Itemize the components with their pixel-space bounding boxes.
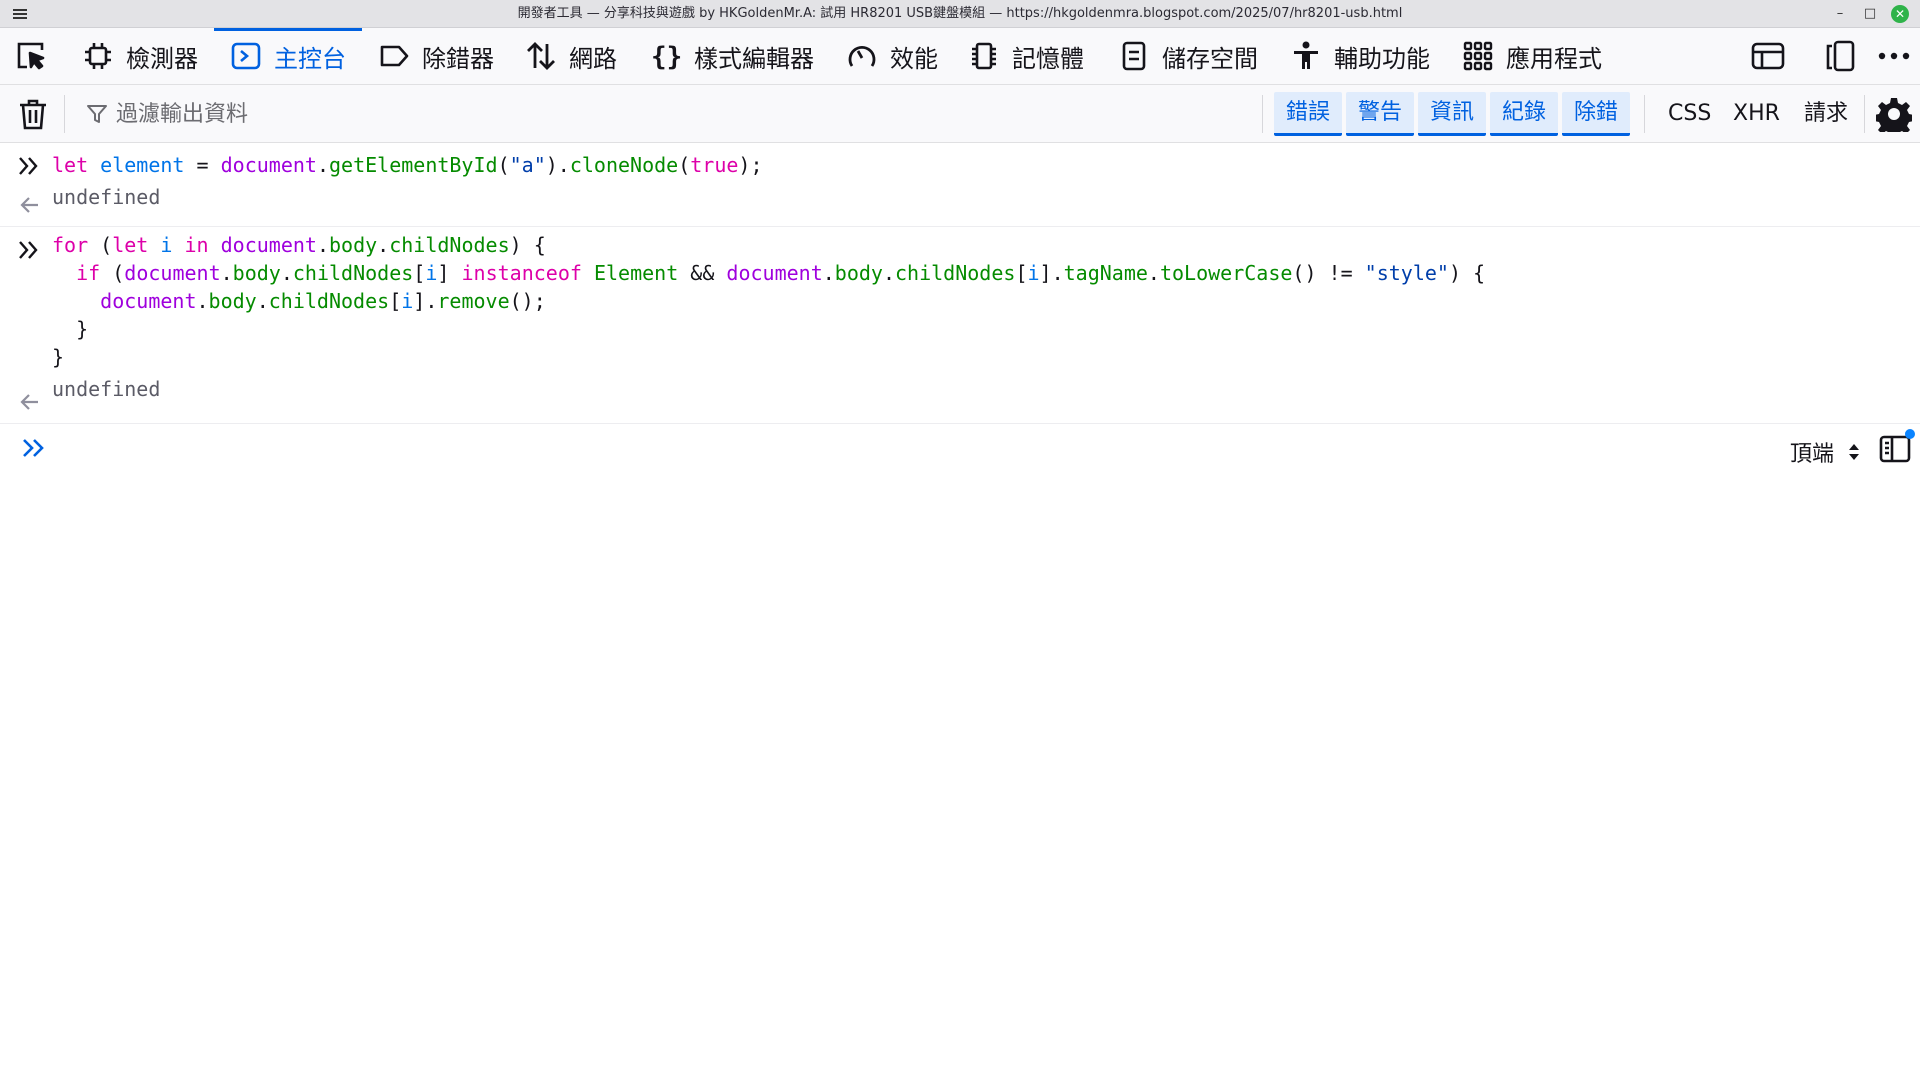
console-input-code[interactable]: for (let i in document.body.childNodes) … bbox=[0, 231, 1920, 371]
tab-label: 記憶體 bbox=[1012, 44, 1084, 73]
split-console-icon[interactable] bbox=[1750, 38, 1786, 74]
close-button[interactable]: ✕ bbox=[1891, 5, 1909, 23]
tab-label: 檢測器 bbox=[126, 44, 198, 73]
performance-icon bbox=[846, 40, 878, 72]
inspector-icon bbox=[82, 40, 114, 72]
tab-label: 樣式編輯器 bbox=[694, 44, 814, 73]
console-entry: let element = document.getElementById("a… bbox=[0, 143, 1920, 227]
input-prompt-chevron-icon bbox=[20, 434, 48, 462]
console-input-code[interactable]: let element = document.getElementById("a… bbox=[0, 151, 1920, 179]
tab-console[interactable]: 主控台 bbox=[214, 28, 362, 84]
maximize-button[interactable]: □ bbox=[1860, 4, 1880, 24]
toolbar-divider bbox=[1644, 95, 1645, 133]
filter-logs-button[interactable]: 紀錄 bbox=[1490, 92, 1558, 136]
toolbar-divider bbox=[1864, 95, 1865, 133]
tab-label: 輔助功能 bbox=[1334, 44, 1430, 73]
tab-style-editor[interactable]: {} 樣式編輯器 bbox=[650, 28, 814, 84]
filter-funnel-icon bbox=[86, 103, 108, 125]
application-icon bbox=[1462, 40, 1494, 72]
filter-css-button[interactable]: CSS bbox=[1668, 92, 1711, 136]
context-selector[interactable]: 頂端 bbox=[1790, 436, 1861, 468]
filter-debug-button[interactable]: 除錯 bbox=[1562, 92, 1630, 136]
tab-storage[interactable]: 儲存空間 bbox=[1118, 28, 1258, 84]
console-settings-gear-icon[interactable] bbox=[1874, 96, 1914, 138]
more-options-icon[interactable] bbox=[1876, 38, 1912, 74]
minimize-button[interactable]: – bbox=[1830, 4, 1850, 24]
tab-label: 儲存空間 bbox=[1162, 44, 1258, 73]
console-result: undefined bbox=[52, 377, 161, 401]
console-result: undefined bbox=[52, 185, 161, 209]
filter-xhr-button[interactable]: XHR bbox=[1733, 92, 1780, 136]
filter-warnings-button[interactable]: 警告 bbox=[1346, 92, 1414, 136]
tab-label: 網路 bbox=[569, 44, 617, 73]
element-picker-icon[interactable] bbox=[14, 38, 48, 72]
console-output: let element = document.getElementById("a… bbox=[0, 143, 1920, 424]
tab-label: 效能 bbox=[890, 44, 938, 73]
svg-text:{}: {} bbox=[651, 42, 682, 72]
tab-accessibility[interactable]: 輔助功能 bbox=[1290, 28, 1430, 84]
tab-label: 主控台 bbox=[274, 44, 346, 73]
network-icon bbox=[525, 40, 557, 72]
updown-caret-icon bbox=[1847, 442, 1861, 468]
tab-debugger[interactable]: 除錯器 bbox=[378, 28, 494, 84]
storage-icon bbox=[1118, 40, 1150, 72]
responsive-design-icon[interactable] bbox=[1822, 38, 1858, 74]
console-input-row[interactable]: 頂端 bbox=[0, 424, 1920, 476]
notification-dot bbox=[1905, 429, 1915, 439]
tab-application[interactable]: 應用程式 bbox=[1462, 28, 1602, 84]
memory-icon bbox=[968, 40, 1000, 72]
tab-label: 應用程式 bbox=[1506, 44, 1602, 73]
tab-network[interactable]: 網路 bbox=[525, 28, 617, 84]
console-icon bbox=[230, 40, 262, 72]
filter-errors-button[interactable]: 錯誤 bbox=[1274, 92, 1342, 136]
filter-requests-button[interactable]: 請求 bbox=[1804, 92, 1848, 136]
filter-output-input[interactable] bbox=[114, 93, 1218, 135]
filter-info-button[interactable]: 資訊 bbox=[1418, 92, 1486, 136]
tab-performance[interactable]: 效能 bbox=[846, 28, 938, 84]
context-selector-label: 頂端 bbox=[1790, 442, 1835, 467]
tab-memory[interactable]: 記憶體 bbox=[968, 28, 1084, 84]
style-editor-icon: {} bbox=[650, 40, 682, 72]
tab-inspector[interactable]: 檢測器 bbox=[82, 28, 198, 84]
window-titlebar: 開發者工具 — 分享科技與遊戲 by HKGoldenMr.A: 試用 HR82… bbox=[0, 0, 1920, 28]
debugger-icon bbox=[378, 40, 410, 72]
toolbar-divider bbox=[1262, 95, 1263, 133]
console-entry: for (let i in document.body.childNodes) … bbox=[0, 227, 1920, 424]
toolbar-divider bbox=[64, 95, 65, 133]
window-title: 開發者工具 — 分享科技與遊戲 by HKGoldenMr.A: 試用 HR82… bbox=[517, 6, 1403, 21]
clear-console-trash-icon[interactable] bbox=[16, 97, 50, 131]
console-toolbar: 錯誤 警告 資訊 紀錄 除錯 CSS XHR 請求 bbox=[0, 85, 1920, 143]
devtools-tab-bar: 檢測器 主控台 除錯器 網路 {} 樣式編輯器 效能 記憶體 儲存空間 輔助功能… bbox=[0, 28, 1920, 85]
tab-label: 除錯器 bbox=[422, 44, 494, 73]
accessibility-icon bbox=[1290, 40, 1322, 72]
